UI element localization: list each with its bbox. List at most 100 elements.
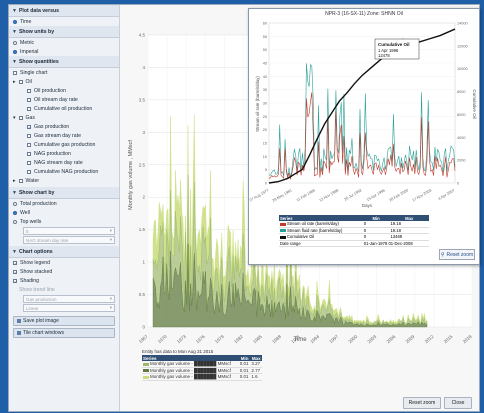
tree-water[interactable]: ▸ Water [9, 176, 119, 185]
expand-triangle-icon[interactable]: ▾ [13, 115, 16, 121]
legend-row[interactable]: Monthly gas volume - ███████ MMscf 0.01 … [142, 361, 262, 368]
tree-oil[interactable]: ▸ Oil [9, 77, 119, 86]
right-tick-label: 14000 [457, 22, 468, 26]
save-plot-image-button[interactable]: Save plot image [13, 316, 115, 326]
checkbox-cumulative-gas[interactable]: Cumulative gas production [9, 140, 119, 149]
radio-button[interactable] [13, 49, 17, 54]
checkbox-label: Shading [20, 277, 40, 284]
radio-button[interactable] [13, 19, 17, 24]
checkbox[interactable] [18, 79, 23, 84]
radio-time[interactable]: Time [9, 17, 119, 26]
legend-min: 0.01 [238, 367, 251, 375]
checkbox[interactable] [18, 178, 23, 183]
checkbox-label: NAG production [34, 150, 71, 157]
popup-table-row[interactable]: Cumulative Oil 0 13469 [279, 233, 429, 241]
radio-button[interactable] [13, 40, 17, 45]
radio-button[interactable] [13, 219, 17, 224]
checkbox[interactable] [18, 115, 23, 120]
radio-label: Top wells [20, 218, 42, 225]
section-show-quantities[interactable]: ▼ Show quantities [9, 56, 119, 68]
checkbox-show-stacked[interactable]: Show stacked [9, 267, 119, 276]
y-tick-label: 0.5 [139, 292, 146, 297]
checkbox-oil-stream-day-rate[interactable]: Oil stream day rate [9, 95, 119, 104]
checkbox[interactable] [27, 151, 31, 156]
trend-quantity-select[interactable]: Gas production ▾ [23, 295, 115, 303]
top-wells-count-select[interactable]: 5 ▾ [23, 227, 115, 235]
checkbox[interactable] [27, 124, 31, 129]
checkbox[interactable] [27, 106, 31, 111]
checkbox[interactable] [13, 260, 17, 265]
radio-metric[interactable]: Metric [9, 38, 119, 47]
button-label: Reset zoom [446, 251, 474, 258]
checkbox-nag-stream-day-rate[interactable]: NAG stream day rate [9, 158, 119, 167]
collapse-triangle-icon: ▼ [12, 28, 17, 35]
radio-button[interactable] [13, 210, 17, 215]
checkbox-gas-production[interactable]: Gas production [9, 122, 119, 131]
x-tick-label: 1994 [309, 334, 320, 345]
checkbox-label: Gas [25, 114, 36, 121]
legend-col-max: Max [250, 355, 262, 361]
section-show-chart-by[interactable]: ▼ Show chart by [9, 187, 119, 199]
well-detail-chart[interactable]: 605550454035302520151050 140001200010000… [249, 9, 479, 209]
checkbox-cumulative-nag[interactable]: Cumulative NAG production [9, 167, 119, 176]
legend-row[interactable]: Monthly gas volume - ███████ MMscf 0.01 … [142, 367, 262, 375]
legend-max: 1.6 [250, 373, 262, 381]
checkbox[interactable] [27, 97, 31, 102]
expand-triangle-icon[interactable]: ▸ [13, 79, 16, 85]
checkbox[interactable] [27, 160, 31, 165]
x-tick-label: 27 Aug 1977 [249, 188, 269, 202]
expand-triangle-icon[interactable]: ▸ [13, 178, 16, 184]
checkbox[interactable] [13, 269, 17, 274]
x-tick-label: 1985 [252, 334, 263, 345]
radio-button[interactable] [13, 201, 17, 206]
checkbox-single-chart[interactable]: Single chart [9, 68, 119, 77]
reset-zoom-button[interactable]: Reset zoom [403, 397, 441, 409]
x-axis-label: Time [293, 337, 307, 343]
collapse-triangle-icon: ▼ [12, 189, 17, 196]
section-chart-options[interactable]: ▼ Chart options [9, 246, 119, 258]
popup-reset-zoom-button[interactable]: ⚲ Reset zoom [439, 249, 475, 260]
section-title: Show units by [18, 28, 55, 35]
left-tick-label: 50 [263, 48, 267, 52]
left-tick-label: 10 [263, 155, 267, 159]
popup-table-row[interactable]: Stream fluid rate (barrels/day) 0 19.18 [279, 227, 429, 235]
checkbox-oil-production[interactable]: Oil production [9, 86, 119, 95]
y-tick-label: 4.5 [139, 33, 146, 38]
checkbox-show-legend[interactable]: Show legend [9, 258, 119, 267]
checkbox-cumulative-oil[interactable]: Cumulative oil production [9, 104, 119, 113]
checkbox-label: Single chart [20, 69, 48, 76]
radio-label: Imperial [20, 48, 39, 55]
radio-total-production[interactable]: Total production [9, 199, 119, 208]
close-button[interactable]: Close [444, 397, 472, 409]
checkbox-gas-stream-day-rate[interactable]: Gas stream day rate [9, 131, 119, 140]
x-tick-label: 2009 [405, 334, 416, 345]
radio-label: Total production [20, 200, 57, 207]
checkbox-label: Gas stream day rate [34, 132, 81, 139]
checkbox-nag-production[interactable]: NAG production [9, 149, 119, 158]
legend-row[interactable]: Monthly gas volume - ███████ MMscf 0.01 … [142, 373, 262, 381]
left-tick-label: 25 [263, 115, 267, 119]
section-plot-data-versus[interactable]: ▼ Plot data versus [9, 5, 119, 17]
popup-left-ticks: 605550454035302520151050 [263, 22, 267, 186]
radio-imperial[interactable]: Imperial [9, 47, 119, 56]
radio-label: Well [20, 209, 30, 216]
tile-chart-windows-button[interactable]: Tile chart windows [13, 328, 115, 338]
top-wells-metric-select[interactable]: NAG stream day rate ▾ [23, 236, 115, 244]
right-tick-label: 2000 [457, 159, 465, 163]
radio-well[interactable]: Well [9, 208, 119, 217]
radio-top-wells[interactable]: Top wells [9, 217, 119, 226]
well-detail-popup[interactable]: NPR-3 (16-SX-11) Zone: SHNN Oil 60 55 50 45… [248, 8, 480, 265]
checkbox-shading[interactable]: Shading [9, 276, 119, 285]
section-show-units-by[interactable]: ▼ Show units by [9, 26, 119, 38]
checkbox[interactable] [13, 70, 17, 75]
checkbox[interactable] [27, 88, 31, 93]
x-tick-label: 17 Nov 2003 [412, 188, 433, 202]
checkbox[interactable] [27, 169, 31, 174]
x-tick-label: 2015 [443, 334, 454, 345]
checkbox[interactable] [27, 133, 31, 138]
x-tick-label: 1982 [233, 334, 244, 345]
checkbox[interactable] [13, 278, 17, 283]
trend-type-select[interactable]: Linear ▾ [23, 304, 115, 312]
checkbox[interactable] [27, 142, 31, 147]
tree-gas[interactable]: ▾ Gas [9, 113, 119, 122]
